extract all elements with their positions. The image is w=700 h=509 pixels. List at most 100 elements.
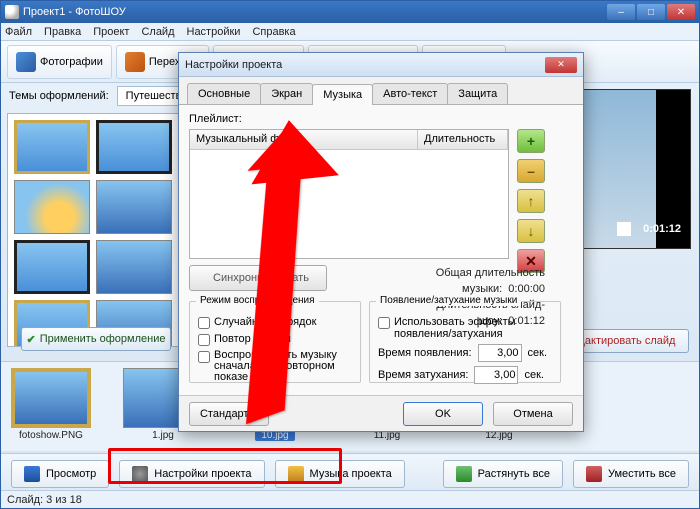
fade-effects-label: Использовать эффекты появления/затухания xyxy=(394,316,552,340)
playlist-remove-button[interactable]: – xyxy=(517,159,545,183)
tab-autotext[interactable]: Авто-текст xyxy=(372,83,448,104)
stop-icon[interactable] xyxy=(617,222,631,236)
theme-thumb[interactable] xyxy=(14,240,90,294)
theme-thumb[interactable] xyxy=(96,180,172,234)
preview-button[interactable]: Просмотр xyxy=(11,460,109,488)
stretch-all-button[interactable]: Растянуть все xyxy=(443,460,563,488)
dialog-tabs: Основные Экран Музыка Авто-текст Защита xyxy=(179,77,583,105)
standard-label: Стандарт xyxy=(200,408,249,420)
col-duration: Длительность xyxy=(418,130,508,149)
stretch-icon xyxy=(456,466,472,482)
repeat-label: Повтор музыки xyxy=(214,333,291,345)
toolbar-photos[interactable]: Фотографии xyxy=(7,45,112,79)
menu-edit[interactable]: Правка xyxy=(44,26,81,38)
window-minimize-button[interactable]: – xyxy=(607,4,635,20)
stretch-all-label: Растянуть все xyxy=(478,468,550,480)
status-bar: Слайд: 3 из 18 xyxy=(1,490,699,508)
fade-in-label: Время появления: xyxy=(378,347,472,359)
menu-bar: Файл Правка Проект Слайд Настройки Справ… xyxy=(1,23,699,41)
playlist-move-down-button[interactable]: ↓ xyxy=(517,219,545,243)
sec-label: сек. xyxy=(524,369,544,381)
fade-in-input[interactable] xyxy=(478,344,522,362)
restart-label: Воспроизводить музыку сначала при повтор… xyxy=(214,350,352,383)
sync-button[interactable]: Синхронизировать xyxy=(189,265,327,291)
group-label: Режим воспроизведения xyxy=(196,295,319,306)
apply-theme-label: Применить оформление xyxy=(40,333,166,345)
tab-main[interactable]: Основные xyxy=(187,83,261,104)
tab-screen[interactable]: Экран xyxy=(260,83,313,104)
fit-all-button[interactable]: Уместить все xyxy=(573,460,689,488)
random-label: Случайный порядок xyxy=(214,316,316,328)
dialog-title: Настройки проекта xyxy=(185,59,282,71)
preview-button-label: Просмотр xyxy=(46,468,96,480)
total-music-value: 0:00:00 xyxy=(508,283,545,295)
playlist-buttons: + – ↑ ↓ ✕ xyxy=(517,129,547,273)
window-close-button[interactable]: ✕ xyxy=(667,4,695,20)
toolbar-photos-label: Фотографии xyxy=(40,56,103,68)
ok-button[interactable]: OK xyxy=(403,402,483,426)
theme-thumb[interactable] xyxy=(96,120,172,174)
title-bar: Проект1 - ФотоШОУ – □ ✕ xyxy=(1,1,699,23)
theme-thumb[interactable] xyxy=(14,180,90,234)
tab-music[interactable]: Музыка xyxy=(312,84,373,105)
col-file: Музыкальный файл xyxy=(190,130,418,149)
playback-mode-group: Режим воспроизведения Случайный порядок … xyxy=(189,301,361,383)
menu-project[interactable]: Проект xyxy=(93,26,129,38)
repeat-checkbox[interactable] xyxy=(198,334,210,346)
timeline-slide[interactable]: fotoshow.PNG xyxy=(9,368,93,445)
dialog-bottom-bar: Стандарт▾ OK Отмена xyxy=(179,395,583,431)
menu-settings[interactable]: Настройки xyxy=(187,26,241,38)
project-settings-label: Настройки проекта xyxy=(154,468,251,480)
fade-group: Появление/затухание музыки Использовать … xyxy=(369,301,561,383)
cancel-button[interactable]: Отмена xyxy=(493,402,573,426)
menu-help[interactable]: Справка xyxy=(252,26,295,38)
chevron-down-icon: ▾ xyxy=(252,407,258,420)
transitions-icon xyxy=(125,52,145,72)
restart-checkbox[interactable] xyxy=(198,351,210,363)
dialog-close-button[interactable]: ✕ xyxy=(545,57,577,73)
photos-icon xyxy=(16,52,36,72)
themes-label: Темы оформлений: xyxy=(9,90,109,102)
fade-effects-checkbox[interactable] xyxy=(378,317,390,329)
menu-file[interactable]: Файл xyxy=(5,26,32,38)
status-text: Слайд: 3 из 18 xyxy=(7,494,82,506)
menu-slide[interactable]: Слайд xyxy=(141,26,174,38)
playlist-label: Плейлист: xyxy=(189,113,573,125)
sync-label: Синхронизировать xyxy=(213,272,309,284)
window-maximize-button[interactable]: □ xyxy=(637,4,665,20)
fit-icon xyxy=(586,466,602,482)
slide-thumb xyxy=(11,368,91,428)
fit-all-label: Уместить все xyxy=(608,468,676,480)
playlist-header: Музыкальный файл Длительность xyxy=(190,130,508,150)
check-icon: ✔ xyxy=(27,333,36,346)
fingerprint-icon xyxy=(132,466,148,482)
monitor-icon xyxy=(24,466,40,482)
apply-theme-button[interactable]: ✔ Применить оформление xyxy=(21,327,171,351)
slide-name: 1.jpg xyxy=(152,430,174,441)
playlist-move-up-button[interactable]: ↑ xyxy=(517,189,545,213)
dialog-body: Плейлист: Музыкальный файл Длительность … xyxy=(179,105,583,401)
standard-button[interactable]: Стандарт▾ xyxy=(189,402,269,426)
fade-out-input[interactable] xyxy=(474,366,518,384)
project-settings-button[interactable]: Настройки проекта xyxy=(119,460,264,488)
app-icon xyxy=(5,5,19,19)
preview-time: 0:01:12 xyxy=(643,223,681,235)
theme-thumb[interactable] xyxy=(14,120,90,174)
project-music-label: Музыка проекта xyxy=(310,468,392,480)
theme-thumb[interactable] xyxy=(96,240,172,294)
bottom-toolbar: Просмотр Настройки проекта Музыка проект… xyxy=(1,453,699,493)
group-label: Появление/затухание музыки xyxy=(376,295,521,306)
project-music-button[interactable]: Музыка проекта xyxy=(275,460,405,488)
music-icon xyxy=(288,466,304,482)
playlist-add-button[interactable]: + xyxy=(517,129,545,153)
fade-out-label: Время затухания: xyxy=(378,369,468,381)
dialog-title-bar: Настройки проекта ✕ xyxy=(179,53,583,77)
slide-name: fotoshow.PNG xyxy=(19,430,83,441)
playlist-table[interactable]: Музыкальный файл Длительность xyxy=(189,129,509,259)
random-checkbox[interactable] xyxy=(198,317,210,329)
theme-gallery xyxy=(7,113,185,347)
sec-label: сек. xyxy=(528,347,548,359)
project-settings-dialog: Настройки проекта ✕ Основные Экран Музык… xyxy=(178,52,584,432)
tab-protect[interactable]: Защита xyxy=(447,83,508,104)
window-title: Проект1 - ФотоШОУ xyxy=(23,6,126,18)
